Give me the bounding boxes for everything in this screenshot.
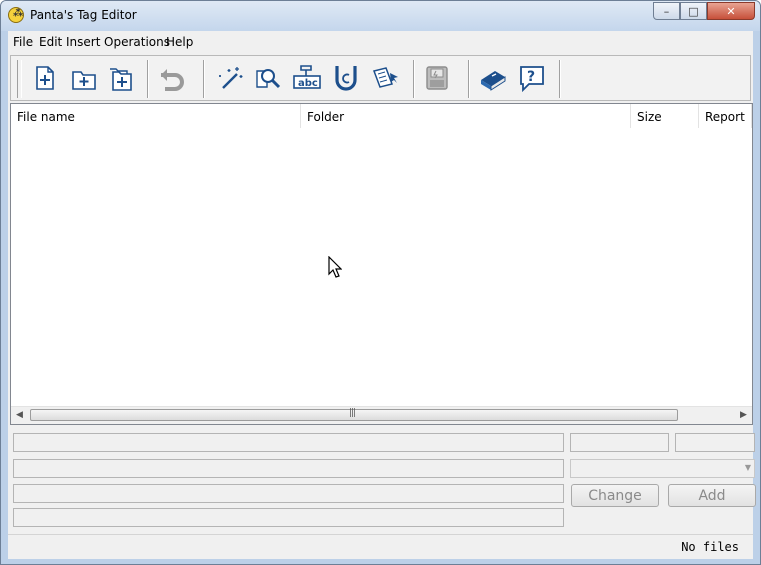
toolbar-separator	[413, 60, 415, 98]
save-icon	[426, 66, 448, 90]
menu-file[interactable]: File	[13, 35, 33, 49]
tag-field-3[interactable]	[675, 433, 755, 452]
status-bar: No files	[8, 534, 753, 559]
magic-wand-icon	[219, 67, 243, 89]
close-button[interactable]: ✕	[707, 2, 755, 20]
column-folder[interactable]: Folder	[301, 104, 631, 128]
column-file-name[interactable]: File name	[11, 104, 301, 128]
about-icon: ?	[520, 66, 544, 93]
abc-label: abc	[298, 78, 318, 89]
app-icon: ⁂	[8, 7, 24, 23]
client-area: File Edit Insert Operations Help abc ? F…	[8, 31, 756, 559]
status-text: No files	[681, 540, 739, 554]
auto-tag-button[interactable]	[214, 62, 246, 94]
menu-operations[interactable]: Operations	[104, 35, 170, 49]
add-files-icon	[110, 68, 132, 91]
change-button[interactable]: Change	[571, 484, 659, 507]
maximize-button[interactable]: □	[680, 2, 707, 20]
edit-tags-button[interactable]	[369, 62, 401, 94]
title-bar[interactable]: ⁂ Panta's Tag Editor – □ ✕	[1, 1, 760, 31]
menu-edit[interactable]: Edit	[39, 35, 62, 49]
unicode-button[interactable]	[330, 62, 362, 94]
new-folder-button[interactable]	[68, 62, 100, 94]
new-file-icon	[36, 66, 54, 90]
unicode-icon	[335, 66, 357, 91]
tag-field-2[interactable]	[570, 433, 669, 452]
add-files-button[interactable]	[106, 62, 138, 94]
save-button[interactable]	[421, 62, 453, 94]
file-list[interactable]: File name Folder Size Report ◀ ||| ▶	[10, 103, 753, 425]
tag-field-5[interactable]	[13, 484, 564, 503]
toolbar-separator	[559, 60, 561, 98]
minimize-button[interactable]: –	[653, 2, 680, 20]
main-window: ⁂ Panta's Tag Editor – □ ✕ File Edit Ins…	[0, 0, 761, 565]
horizontal-scrollbar[interactable]: ◀ ||| ▶	[11, 406, 752, 424]
scroll-right-icon[interactable]: ▶	[740, 410, 747, 420]
toolbar-separator	[147, 60, 149, 98]
find-icon	[256, 69, 281, 89]
tag-field-6[interactable]	[13, 508, 564, 527]
menu-bar: File Edit Insert Operations Help	[8, 31, 753, 53]
find-button[interactable]	[252, 62, 284, 94]
column-report[interactable]: Report	[699, 104, 752, 128]
tag-field-4[interactable]	[13, 459, 564, 478]
chevron-down-icon: ▼	[744, 463, 751, 472]
minimize-icon: –	[663, 4, 670, 18]
tag-select[interactable]: ▼	[570, 459, 755, 478]
new-folder-icon	[72, 71, 96, 90]
undo-button[interactable]	[156, 62, 188, 94]
scroll-thumb[interactable]: |||	[30, 408, 678, 421]
undo-icon	[161, 69, 184, 91]
menu-help[interactable]: Help	[166, 35, 193, 49]
scroll-left-icon[interactable]: ◀	[16, 410, 23, 420]
help-book-button[interactable]	[477, 62, 509, 94]
column-size[interactable]: Size	[631, 104, 699, 128]
toolbar-separator	[203, 60, 205, 98]
close-icon: ✕	[726, 4, 736, 18]
toolbar-separator	[468, 60, 470, 98]
maximize-icon: □	[688, 4, 699, 18]
about-button[interactable]: ?	[516, 62, 548, 94]
edit-tags-icon	[373, 67, 398, 88]
mouse-cursor-icon	[328, 256, 342, 278]
tag-field-1[interactable]	[13, 433, 564, 452]
new-file-button[interactable]	[29, 62, 61, 94]
add-button[interactable]: Add	[668, 484, 756, 507]
window-title: Panta's Tag Editor	[30, 8, 137, 22]
rename-abc-icon: abc	[293, 65, 321, 89]
rename-button[interactable]: abc	[291, 62, 323, 94]
svg-text:?: ?	[527, 69, 535, 85]
toolbar: abc ?	[10, 55, 751, 101]
menu-insert[interactable]: Insert	[66, 35, 100, 49]
help-book-icon	[481, 71, 506, 91]
toolbar-grip[interactable]	[17, 60, 22, 98]
